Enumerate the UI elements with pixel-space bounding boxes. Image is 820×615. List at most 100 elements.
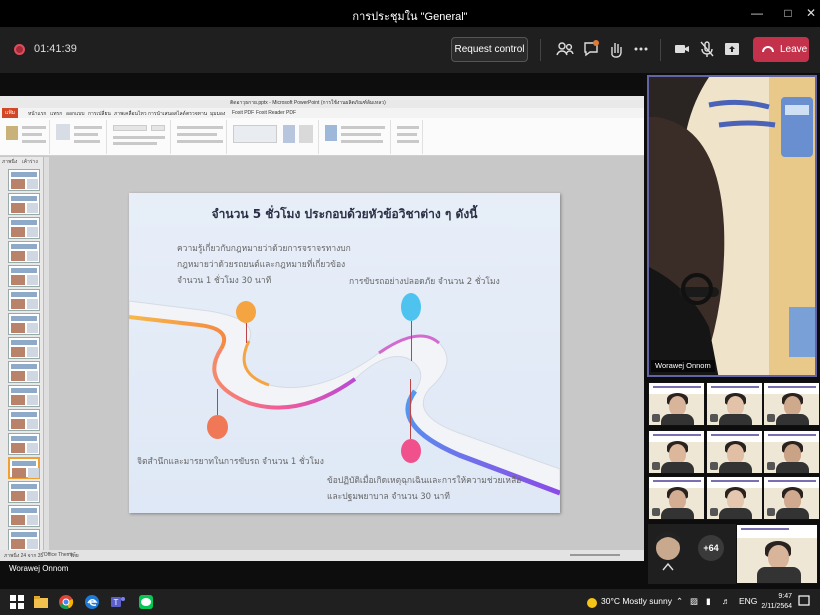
slide-thumbnail[interactable]	[8, 241, 40, 263]
presenter-name-tag: Worawej Onnom	[0, 562, 644, 576]
share-screen-icon[interactable]	[722, 39, 742, 59]
volume-icon[interactable]: ♬	[722, 596, 731, 606]
topic-emergency: ข้อปฏิบัติเมื่อเกิดเหตุฉุกเฉินและการให้ค…	[327, 473, 521, 505]
ppt-file-tab[interactable]: แฟ้ม	[2, 108, 18, 118]
edge-icon[interactable]	[84, 594, 100, 610]
slide-thumbnail[interactable]	[8, 457, 40, 479]
close-icon[interactable]: ✕	[803, 5, 819, 21]
ppt-tab[interactable]: มุมมอง	[210, 110, 225, 118]
ribbon-group-drawing[interactable]	[229, 120, 319, 154]
ppt-tab[interactable]: แทรก	[50, 110, 62, 118]
ribbon-group-slides[interactable]	[52, 120, 107, 154]
ppt-tab[interactable]: หน้าแรก	[28, 110, 46, 118]
ppt-tab[interactable]: ภาพเคลื่อนไหว	[114, 110, 147, 118]
mic-off-icon	[652, 462, 660, 470]
mic-off-icon	[767, 414, 775, 422]
slide-thumbnail[interactable]	[8, 433, 40, 455]
request-control-button[interactable]: Request control	[451, 37, 528, 62]
self-video-tile[interactable]	[648, 524, 736, 584]
participant-tile[interactable]	[648, 430, 705, 474]
slide-thumbnail[interactable]	[8, 385, 40, 407]
ribbon-group-shape-styles[interactable]	[321, 120, 391, 154]
topic-emergency-line: ข้อปฏิบัติเมื่อเกิดเหตุฉุกเฉินและการให้ค…	[327, 476, 522, 486]
participant-tile[interactable]	[648, 476, 705, 520]
participant-tile[interactable]	[763, 476, 820, 520]
windows-taskbar: T 30°C Mostly sunny ⌃ ▨ ▮ ♬ ENG 9:47 2/1…	[0, 589, 820, 615]
chrome-icon[interactable]	[58, 594, 74, 610]
tray-chevron-icon[interactable]: ⌃	[676, 596, 683, 607]
ribbon-group-clipboard[interactable]	[2, 120, 50, 154]
slide-thumbnail[interactable]	[8, 361, 40, 383]
self-avatar	[656, 532, 680, 571]
participants-icon[interactable]	[555, 39, 575, 59]
minimize-icon[interactable]: —	[749, 5, 765, 21]
more-participants-button[interactable]: +64	[698, 535, 724, 561]
pane-tab-outline[interactable]: เค้าร่าง	[22, 158, 38, 166]
participant-tile[interactable]	[706, 382, 763, 426]
slide-thumbnail[interactable]	[8, 337, 40, 359]
pane-tab-slides[interactable]: ภาพนิ่ง	[2, 158, 17, 166]
ribbon-group-paragraph[interactable]	[173, 120, 227, 154]
marker-pin	[217, 389, 218, 415]
maximize-icon[interactable]: □	[780, 5, 796, 21]
clock-time: 9:47	[778, 593, 792, 600]
participant-tile[interactable]	[736, 524, 818, 584]
slide-thumbnail[interactable]	[8, 505, 40, 527]
ppt-tab[interactable]: ออกแบบ	[66, 110, 85, 118]
participant-tile[interactable]	[763, 382, 820, 426]
slide-thumbnail[interactable]	[8, 481, 40, 503]
raise-hand-icon[interactable]	[606, 39, 626, 59]
participant-tile[interactable]	[706, 476, 763, 520]
system-clock[interactable]: 9:47 2/11/2564	[752, 592, 792, 612]
slide-thumbnail[interactable]	[8, 265, 40, 287]
active-speaker-video[interactable]: Worawej Onnom	[647, 75, 817, 377]
phone-hangup-icon	[762, 46, 774, 52]
mic-muted-icon[interactable]	[697, 39, 717, 59]
participant-tile[interactable]	[763, 430, 820, 474]
leave-button[interactable]: Leave	[753, 37, 809, 62]
mic-off-icon	[652, 508, 660, 516]
zoom-slider[interactable]	[570, 554, 620, 556]
ppt-tab[interactable]: Foxit PDF	[232, 110, 254, 116]
camera-icon[interactable]	[672, 39, 692, 59]
topic-emergency-line: และปฐมพยาบาล จำนวน 30 นาที	[327, 492, 450, 502]
ribbon-group-editing[interactable]	[393, 120, 423, 154]
slide-thumbnail[interactable]	[8, 289, 40, 311]
mic-off-icon	[710, 508, 718, 516]
slide-thumbnail[interactable]	[8, 529, 40, 551]
ppt-tab[interactable]: การนำเสนอสไลด์	[148, 110, 186, 118]
topic-safe-driving: การขับรถอย่างปลอดภัย จำนวน 2 ชั่วโมง	[349, 277, 500, 287]
thumbnails-scrollbar[interactable]	[44, 157, 49, 550]
window-title: การประชุมใน "General"	[352, 11, 468, 23]
slide-thumbnail[interactable]	[8, 409, 40, 431]
line-app-icon[interactable]	[138, 594, 154, 610]
ppt-title-bar: ติดอาวุธกาย.pptx - Microsoft PowerPoint …	[0, 96, 644, 108]
ppt-tab[interactable]: การเปลี่ยน	[88, 110, 111, 118]
teams-meeting-window: การประชุมใน "General" — □ ✕ 01:41:39 Req…	[0, 0, 820, 615]
file-explorer-icon[interactable]	[33, 594, 49, 610]
language-indicator: ไทย	[70, 553, 79, 559]
battery-icon[interactable]: ▮	[706, 596, 711, 607]
network-icon[interactable]: ▨	[690, 596, 698, 607]
slide-heading: จำนวน 5 ชั่วโมง ประกอบด้วยหัวข้อวิชาต่าง…	[211, 207, 478, 221]
slide-thumbnail[interactable]	[8, 217, 40, 239]
slide-thumbnail[interactable]	[8, 313, 40, 335]
slide-thumbnail[interactable]	[8, 169, 40, 191]
toolbar-divider	[540, 39, 541, 61]
ppt-tab[interactable]: Foxit Reader PDF	[256, 110, 296, 116]
participant-tile[interactable]	[706, 430, 763, 474]
slide-thumbnail[interactable]	[8, 193, 40, 215]
chat-icon[interactable]	[581, 39, 601, 59]
ribbon-group-font[interactable]	[109, 120, 171, 154]
mic-off-icon	[652, 414, 660, 422]
participant-tile[interactable]	[648, 382, 705, 426]
teams-icon[interactable]: T	[110, 594, 126, 610]
slide-counter: ภาพนิ่ง 24 จาก 35	[4, 553, 44, 559]
weather-text[interactable]: 30°C Mostly sunny	[601, 596, 672, 606]
windows-start-icon[interactable]	[9, 594, 25, 610]
notification-icon[interactable]	[798, 595, 810, 607]
marker-dot-pink	[401, 439, 421, 463]
ppt-tab[interactable]: ตรวจทาน	[186, 110, 207, 118]
ppt-ribbon	[0, 118, 644, 156]
more-options-icon[interactable]	[631, 39, 651, 59]
